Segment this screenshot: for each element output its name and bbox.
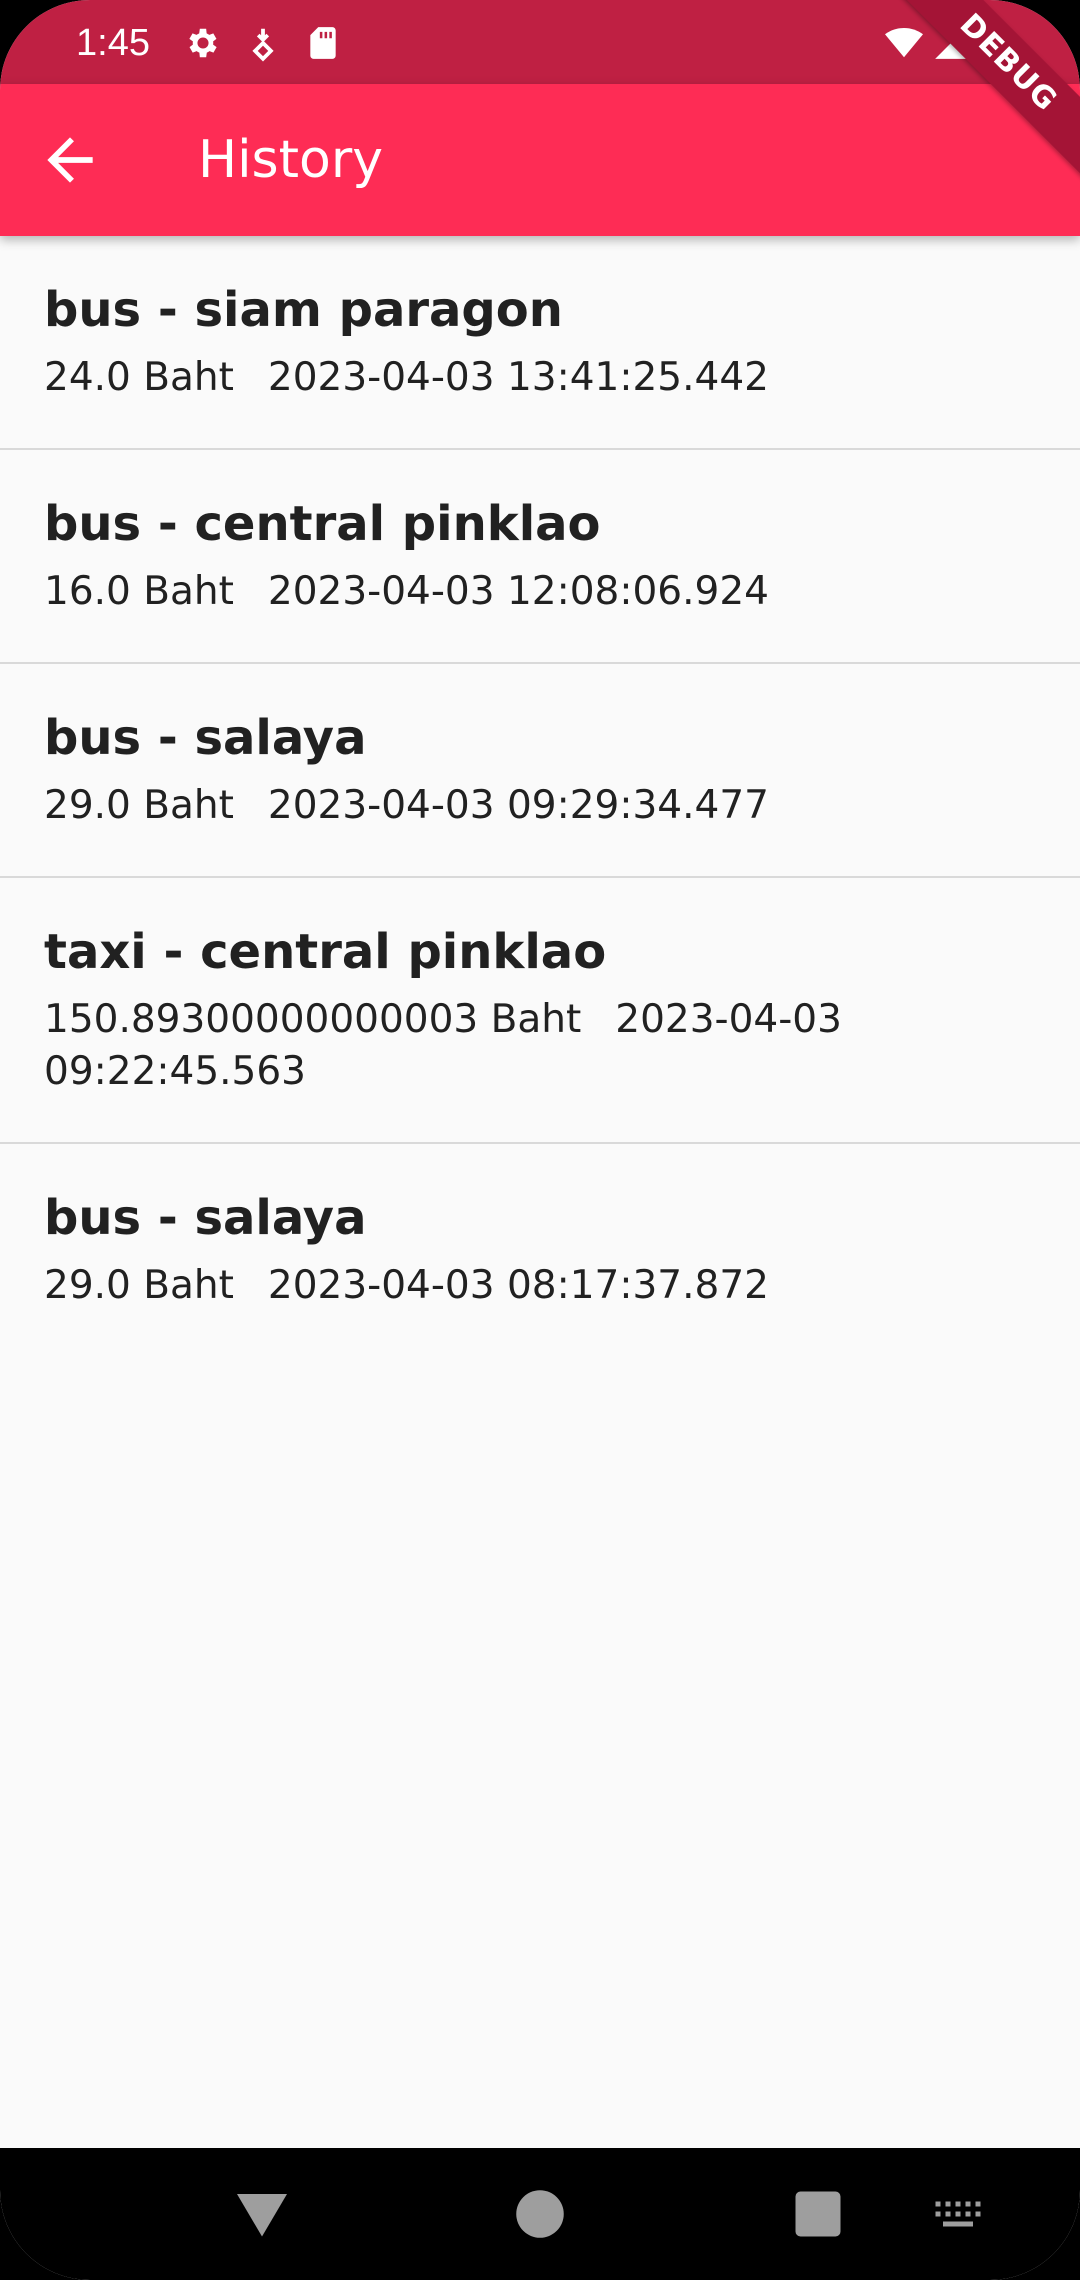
app-bar: History	[0, 84, 1080, 236]
sd-card-icon	[304, 24, 342, 62]
history-item-title: bus - central pinklao	[44, 496, 601, 552]
download-icon	[244, 24, 282, 62]
nav-back-button[interactable]	[232, 2184, 292, 2244]
history-list-item[interactable]: bus - salaya 29.0 Baht 2023-04-03 08:17:3…	[0, 1144, 1080, 1356]
settings-icon	[184, 24, 222, 62]
history-item-price: 150.89300000000003 Baht	[44, 997, 582, 1042]
wifi-icon	[884, 24, 924, 62]
history-list-item[interactable]: bus - siam paragon 24.0 Baht 2023-04-03 1…	[0, 236, 1080, 450]
history-item-price: 24.0 Baht	[44, 355, 234, 400]
history-item-price: 16.0 Baht	[44, 569, 234, 614]
history-list-item[interactable]: bus - salaya 29.0 Baht 2023-04-03 09:29:3…	[0, 664, 1080, 878]
history-item-details: 16.0 Baht 2023-04-03 12:08:06.924	[44, 566, 894, 618]
home-circle-icon	[516, 2190, 564, 2238]
history-item-datetime: 2023-04-03 12:08:06.924	[267, 569, 769, 614]
recents-square-icon	[795, 2191, 841, 2237]
history-item-details: 29.0 Baht 2023-04-03 09:29:34.477	[44, 780, 894, 832]
keyboard-icon	[935, 2201, 981, 2227]
history-item-details: 150.89300000000003 Baht 2023-04-03 09:22:…	[44, 994, 894, 1098]
history-item-details: 29.0 Baht 2023-04-03 08:17:37.872	[44, 1260, 894, 1312]
back-triangle-icon	[237, 2194, 287, 2237]
history-item-datetime: 2023-04-03 09:29:34.477	[267, 783, 769, 828]
back-button[interactable]	[36, 126, 104, 194]
history-item-details: 24.0 Baht 2023-04-03 13:41:25.442	[44, 352, 894, 404]
history-item-price: 29.0 Baht	[44, 783, 234, 828]
history-item-title: bus - siam paragon	[44, 282, 563, 338]
history-list-item[interactable]: bus - central pinklao 16.0 Baht 2023-04-0…	[0, 450, 1080, 664]
history-item-title: bus - salaya	[44, 1190, 367, 1246]
history-item-datetime: 2023-04-03 13:41:25.442	[267, 355, 769, 400]
nav-keyboard-button[interactable]	[928, 2184, 988, 2244]
arrow-back-icon	[47, 137, 93, 183]
status-time: 1:45	[76, 22, 150, 64]
system-navigation-bar	[0, 2148, 1080, 2280]
nav-home-button[interactable]	[510, 2184, 570, 2244]
history-item-title: bus - salaya	[44, 710, 367, 766]
nav-recents-button[interactable]	[788, 2184, 848, 2244]
phone-screen: 1:45 DEBUG History bus - siam paragon 24…	[0, 0, 1080, 2280]
history-item-price: 29.0 Baht	[44, 1263, 234, 1308]
history-list-item[interactable]: taxi - central pinklao 150.8930000000000…	[0, 878, 1080, 1144]
history-item-datetime: 2023-04-03 08:17:37.872	[267, 1263, 769, 1308]
history-item-title: taxi - central pinklao	[44, 924, 607, 980]
page-title: History	[198, 130, 383, 190]
history-list: bus - siam paragon 24.0 Baht 2023-04-03 1…	[0, 236, 1080, 1356]
status-bar: 1:45	[0, 0, 1080, 84]
